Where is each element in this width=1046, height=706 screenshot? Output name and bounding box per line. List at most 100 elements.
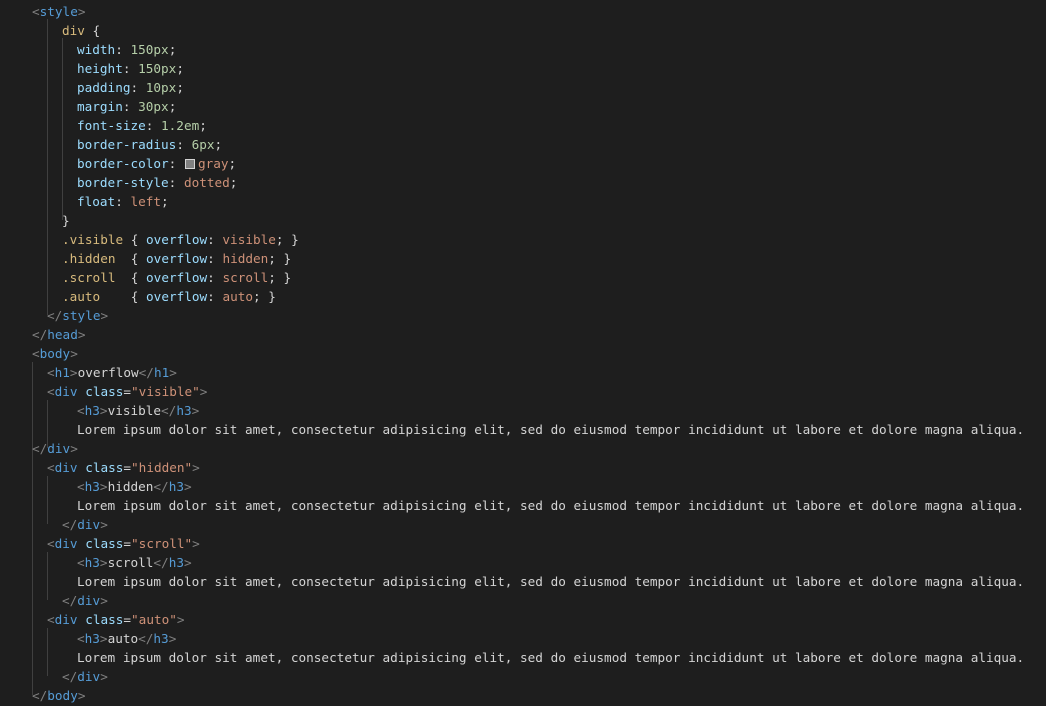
tag-bracket: </ — [138, 365, 154, 380]
tag-bracket: < — [77, 479, 85, 494]
tag-bracket: </ — [161, 403, 177, 418]
punctuation: : — [207, 270, 223, 285]
code-line[interactable]: padding: 10px; — [77, 78, 184, 97]
punctuation: : — [207, 289, 223, 304]
tag-bracket: < — [77, 403, 85, 418]
code-line[interactable]: .visible { overflow: visible; } — [62, 230, 299, 249]
tag-bracket: > — [99, 555, 108, 570]
code-line[interactable]: <div class="auto"> — [47, 610, 185, 629]
code-line[interactable]: width: 150px; — [77, 40, 176, 59]
code-line[interactable]: float: left; — [77, 192, 169, 211]
color-swatch-icon[interactable] — [184, 159, 195, 169]
css-property: float — [77, 194, 116, 209]
code-line[interactable]: border-radius: 6px; — [77, 135, 222, 154]
tag-name: div — [54, 384, 78, 399]
css-selector: div — [62, 23, 85, 38]
code-line[interactable]: font-size: 1.2em; — [77, 116, 207, 135]
punctuation: : — [145, 118, 162, 133]
code-line[interactable]: <style> — [32, 2, 85, 21]
css-property: border-radius — [77, 137, 177, 152]
tag-bracket: > — [77, 4, 86, 19]
punctuation: ; — [228, 156, 237, 171]
code-line[interactable]: <h3>scroll</h3> — [77, 553, 192, 572]
code-line[interactable]: <h3>auto</h3> — [77, 629, 176, 648]
code-line[interactable]: <h3>visible</h3> — [77, 401, 199, 420]
punctuation: : — [115, 42, 131, 57]
code-line[interactable]: <div class="visible"> — [47, 382, 207, 401]
code-line[interactable]: </div> — [62, 515, 108, 534]
tag-bracket: > — [100, 593, 108, 608]
code-line[interactable]: </style> — [47, 306, 108, 325]
tag-bracket: > — [183, 555, 192, 570]
code-line[interactable]: </div> — [62, 591, 108, 610]
code-line[interactable]: Lorem ipsum dolor sit amet, consectetur … — [77, 572, 1024, 591]
tag-name: h3 — [153, 631, 169, 646]
tag-bracket: </ — [153, 479, 169, 494]
code-line[interactable]: </div> — [62, 667, 108, 686]
punctuation: ; — [214, 137, 223, 152]
tag-name: h1 — [54, 365, 70, 380]
code-line[interactable]: Lorem ipsum dolor sit amet, consectetur … — [77, 496, 1024, 515]
attribute-value: "auto" — [131, 612, 177, 627]
tag-bracket: < — [47, 460, 55, 475]
punctuation: { — [115, 270, 147, 285]
code-editor[interactable]: <style> div { width: 150px; height: 150p… — [0, 0, 1046, 706]
indent-guide — [47, 552, 48, 600]
text-content: overflow — [77, 365, 139, 380]
code-line[interactable]: Lorem ipsum dolor sit amet, consectetur … — [77, 420, 1024, 439]
tag-name: div — [54, 612, 78, 627]
code-line[interactable]: Lorem ipsum dolor sit amet, consectetur … — [77, 648, 1024, 667]
tag-name: div — [54, 460, 78, 475]
css-value: 6px — [191, 137, 215, 152]
tag-bracket: </ — [32, 688, 48, 703]
tag-name: h3 — [168, 555, 184, 570]
code-line[interactable]: .hidden { overflow: hidden; } — [62, 249, 291, 268]
css-selector: .visible — [62, 232, 124, 247]
code-line[interactable]: } — [62, 211, 70, 230]
tag-bracket: > — [191, 403, 200, 418]
tag-bracket: > — [99, 631, 108, 646]
punctuation: { — [123, 232, 147, 247]
css-selector: .hidden — [62, 251, 116, 266]
code-line[interactable]: </body> — [32, 686, 85, 705]
tag-bracket: > — [99, 403, 108, 418]
tag-name: style — [39, 4, 78, 19]
tag-name: body — [39, 346, 71, 361]
tag-name: h3 — [84, 403, 100, 418]
code-line[interactable]: div { — [62, 21, 100, 40]
tag-name: h3 — [176, 403, 192, 418]
punctuation: : — [130, 80, 146, 95]
css-value: 150px — [138, 61, 177, 76]
code-line[interactable]: <h1>overflow</h1> — [47, 363, 177, 382]
code-line[interactable]: .scroll { overflow: scroll; } — [62, 268, 291, 287]
punctuation: : — [122, 61, 139, 76]
tag-bracket: < — [32, 346, 40, 361]
punctuation: { — [100, 289, 147, 304]
code-line[interactable]: <div class="scroll"> — [47, 534, 200, 553]
text-content: auto — [107, 631, 139, 646]
tag-bracket: > — [176, 612, 185, 627]
code-line[interactable]: margin: 30px; — [77, 97, 176, 116]
code-line[interactable]: height: 150px; — [77, 59, 184, 78]
code-line[interactable]: border-color: gray; — [77, 154, 236, 173]
tag-name: div — [77, 593, 101, 608]
code-line[interactable]: .auto { overflow: auto; } — [62, 287, 276, 306]
tag-bracket: </ — [62, 517, 78, 532]
punctuation: } — [62, 213, 70, 228]
tag-name: div — [77, 669, 101, 684]
code-line[interactable]: </head> — [32, 325, 85, 344]
punctuation: = — [123, 612, 132, 627]
code-line[interactable]: border-style: dotted; — [77, 173, 237, 192]
lorem-text: Lorem ipsum dolor sit amet, consectetur … — [77, 574, 1025, 589]
code-line[interactable]: </div> — [32, 439, 78, 458]
code-line[interactable]: <h3>hidden</h3> — [77, 477, 192, 496]
indent-guide — [47, 476, 48, 524]
tag-bracket: </ — [32, 441, 48, 456]
css-value: gray — [197, 156, 229, 171]
code-line[interactable]: <div class="hidden"> — [47, 458, 200, 477]
punctuation: ; — [176, 61, 184, 76]
punctuation: { — [84, 23, 101, 38]
code-line[interactable]: <body> — [32, 344, 78, 363]
punctuation: ; } — [268, 251, 292, 266]
tag-bracket: < — [77, 631, 85, 646]
